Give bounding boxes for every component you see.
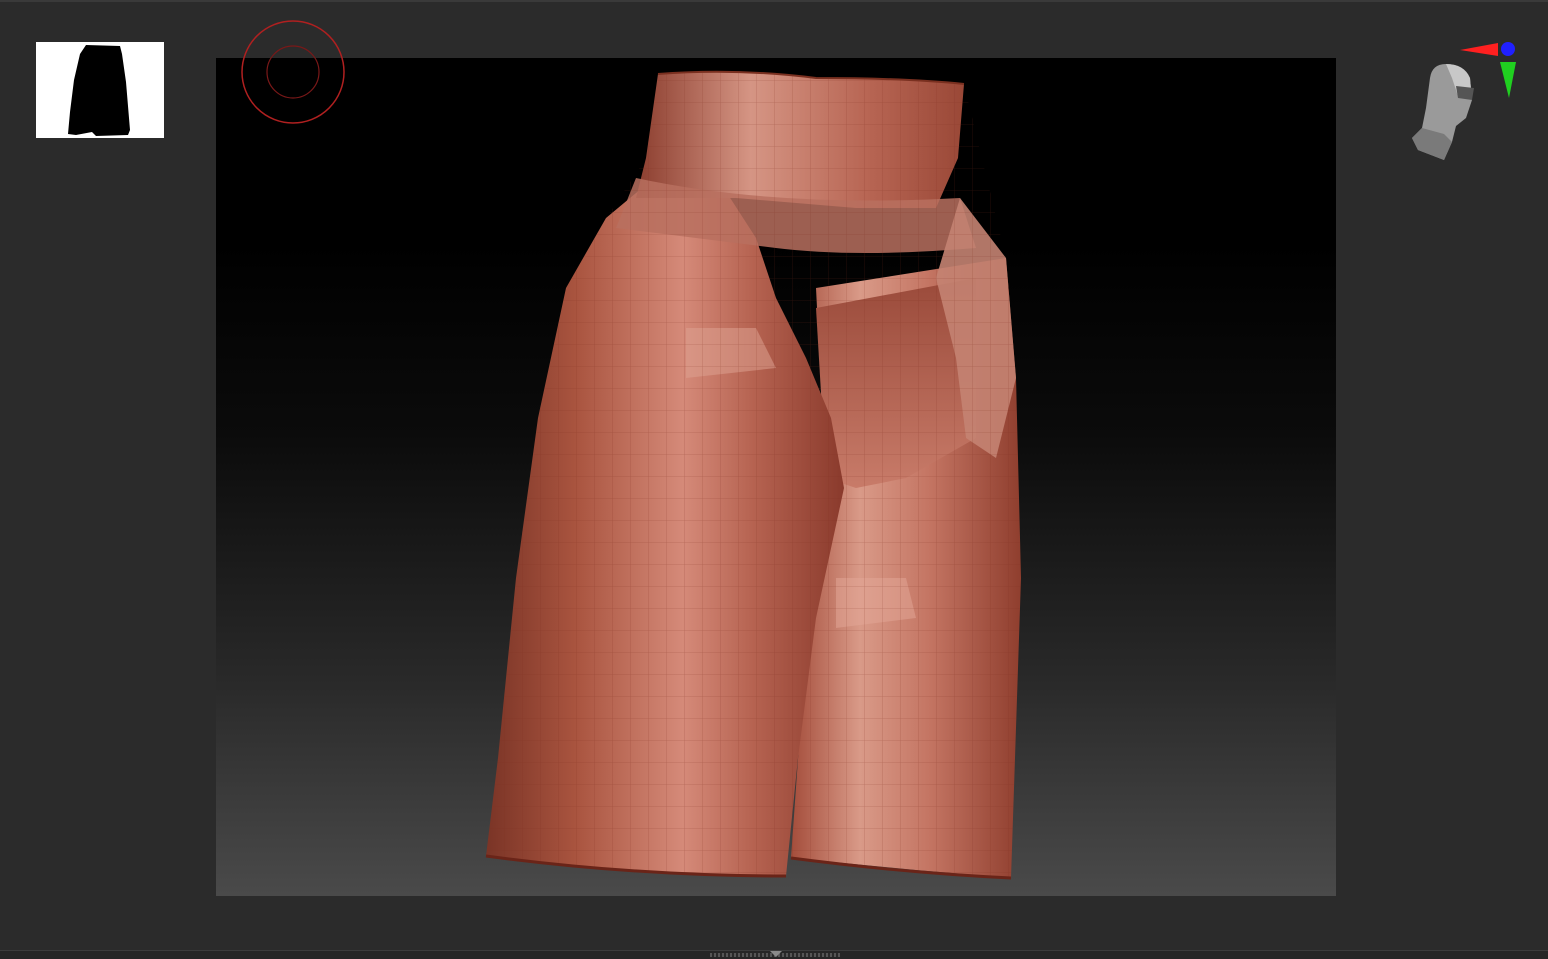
top-border <box>0 0 1548 2</box>
x-axis-arrow-icon <box>1460 43 1498 56</box>
shorts-silhouette-icon <box>68 45 130 136</box>
z-axis-dot-icon <box>1501 42 1515 56</box>
chevron-down-icon[interactable] <box>770 951 782 957</box>
y-axis-arrow-icon <box>1500 62 1516 98</box>
head-orientation-icon[interactable] <box>1400 38 1530 168</box>
3d-viewport[interactable] <box>216 58 1336 896</box>
shorts-model <box>485 70 1021 880</box>
tool-thumbnail[interactable] <box>36 42 164 138</box>
brush-circle-icon <box>240 20 346 126</box>
